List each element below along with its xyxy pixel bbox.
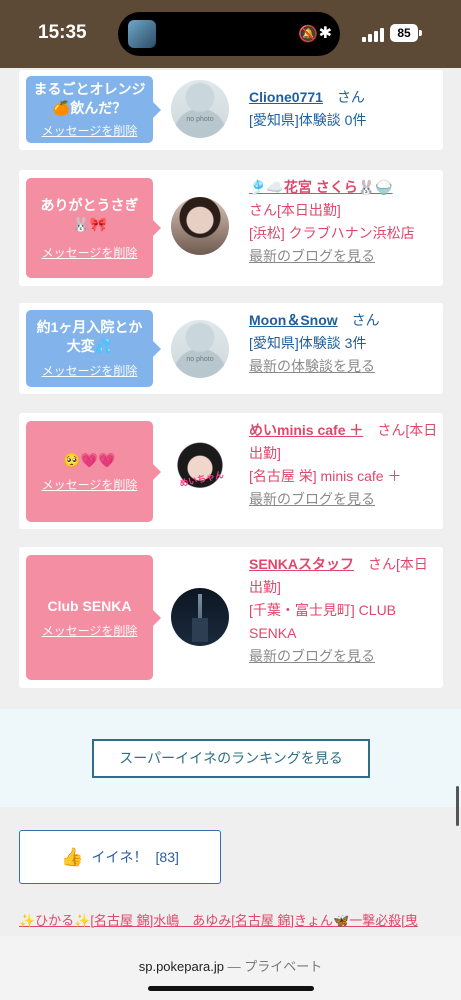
user-name-link[interactable]: Clione0771 — [249, 89, 323, 105]
message-bubble: まるごとオレンジ🍊飲んだ？ メッセージを削除 — [26, 76, 161, 143]
like-button[interactable]: 👍 イイネ！ [83] — [19, 830, 221, 884]
bluetooth-icon: ✱ — [318, 25, 332, 42]
dynamic-island: 🔕 ✱ — [118, 12, 340, 56]
honorific: さん — [336, 89, 365, 105]
avatar[interactable] — [171, 197, 229, 255]
battery-icon: 85 — [390, 24, 418, 42]
latest-blog-link[interactable]: 最新のブログを見る — [249, 491, 375, 507]
liker-list: ✨ひかる✨[名古屋 錦]水嶋 あゆみ[名古屋 錦]きょん🦋一撃必殺[曳 — [19, 910, 443, 932]
latest-review-link[interactable]: 最新の体験談を見る — [249, 358, 375, 374]
message-bubble: 🥺💗💗 メッセージを削除 — [26, 421, 161, 522]
delete-message-link[interactable]: メッセージを削除 — [42, 244, 138, 261]
avatar-sticker-text: めいちゃん — [178, 469, 225, 489]
message-card: Club SENKA メッセージを削除 SENKAスタッフ さん[本日出勤] [… — [19, 547, 443, 688]
avatar[interactable] — [171, 588, 229, 646]
ranking-button[interactable]: スーパーイイネのランキングを見る — [92, 739, 370, 778]
like-count: [83] — [155, 849, 179, 865]
message-bubble: ありがとうさぎ🐰🎀 メッセージを削除 — [26, 178, 161, 278]
user-info: めいminis cafe ＋ さん[本日出勤] [名古屋 栄] minis ca… — [249, 419, 439, 511]
user-name-link[interactable]: Moon＆Snow — [249, 312, 338, 328]
like-label: イイネ！ — [91, 849, 148, 865]
ranking-section: スーパーイイネのランキングを見る — [0, 709, 461, 807]
signal-icon — [362, 26, 384, 42]
avatar-placeholder-text: no photo — [186, 116, 214, 123]
user-location: [愛知県]体験談 0件 — [249, 112, 367, 128]
user-name-link[interactable]: SENKAスタッフ — [249, 556, 354, 572]
user-info: 🎐☁️花宮 さくら🐰🍚 さん[本日出勤] [浜松] クラブハナン浜松店 最新のブ… — [249, 176, 439, 268]
message-card: ありがとうさぎ🐰🎀 メッセージを削除 🎐☁️花宮 さくら🐰🍚 さん[本日出勤] … — [19, 170, 443, 286]
bell-muted-icon: 🔕 — [298, 26, 318, 43]
url-host: sp.pokepara.jp — [138, 959, 225, 974]
honorific: さん — [351, 312, 380, 328]
latest-blog-link[interactable]: 最新のブログを見る — [249, 248, 375, 264]
message-card: 🥺💗💗 メッセージを削除 めいちゃん めいminis cafe ＋ さん[本日出… — [19, 413, 443, 529]
battery-tip — [419, 30, 422, 36]
user-location: [浜松] クラブハナン浜松店 — [249, 225, 415, 241]
latest-blog-link[interactable]: 最新のブログを見る — [249, 648, 375, 664]
avatar[interactable]: no photo — [171, 320, 229, 378]
message-bubble: 約1ヶ月入院とか大変💦 メッセージを削除 — [26, 310, 161, 387]
status-time: 15:35 — [38, 22, 87, 43]
message-card: 約1ヶ月入院とか大変💦 メッセージを削除 no photo Moon＆Snow … — [19, 303, 443, 394]
delete-message-link[interactable]: メッセージを削除 — [42, 622, 138, 639]
user-name-link[interactable]: めいminis cafe ＋ — [249, 422, 363, 438]
url-display[interactable]: sp.pokepara.jp — プライベート — [0, 956, 461, 975]
avatar[interactable]: めいちゃん — [171, 442, 229, 500]
delete-message-link[interactable]: メッセージを削除 — [42, 476, 138, 493]
thumbs-up-icon: 👍 — [61, 846, 84, 867]
home-indicator[interactable] — [148, 986, 314, 991]
message-bubble: Club SENKA メッセージを削除 — [26, 555, 161, 680]
delete-message-link[interactable]: メッセージを削除 — [42, 362, 138, 379]
message-card: まるごとオレンジ🍊飲んだ？ メッセージを削除 no photo Clione07… — [19, 70, 443, 150]
user-location: [千葉・富士見町] CLUB SENKA — [249, 602, 397, 641]
message-text: 約1ヶ月入院とか大変💦 — [36, 319, 143, 354]
browsing-mode: — プライベート — [227, 959, 323, 974]
message-text: まるごとオレンジ🍊飲んだ？ — [33, 81, 146, 116]
user-info: Clione0771 さん [愛知県]体験談 0件 — [249, 86, 439, 132]
avatar[interactable]: no photo — [171, 80, 229, 138]
message-text: ありがとうさぎ🐰🎀 — [40, 196, 139, 232]
message-text: Club SENKA — [47, 597, 132, 614]
status-bar: 15:35 🔕 ✱ 85 — [0, 0, 461, 68]
liker-names[interactable]: ✨ひかる✨[名古屋 錦]水嶋 あゆみ[名古屋 錦]きょん🦋一撃必殺[曳 — [19, 913, 418, 928]
honorific: さん[本日出勤] — [249, 202, 341, 218]
scroll-indicator — [456, 786, 459, 826]
message-text: 🥺💗💗 — [63, 451, 116, 468]
user-info: Moon＆Snow さん [愛知県]体験談 3件 最新の体験談を見る — [249, 309, 439, 378]
user-name-link[interactable]: 🎐☁️花宮 さくら🐰🍚 — [249, 179, 393, 195]
user-location: [名古屋 栄] minis cafe ＋ — [249, 468, 402, 484]
avatar-placeholder-text: no photo — [186, 356, 214, 363]
user-location: [愛知県]体験談 3件 — [249, 335, 367, 351]
user-info: SENKAスタッフ さん[本日出勤] [千葉・富士見町] CLUB SENKA … — [249, 553, 439, 668]
delete-message-link[interactable]: メッセージを削除 — [42, 122, 138, 139]
app-icon — [128, 20, 156, 48]
